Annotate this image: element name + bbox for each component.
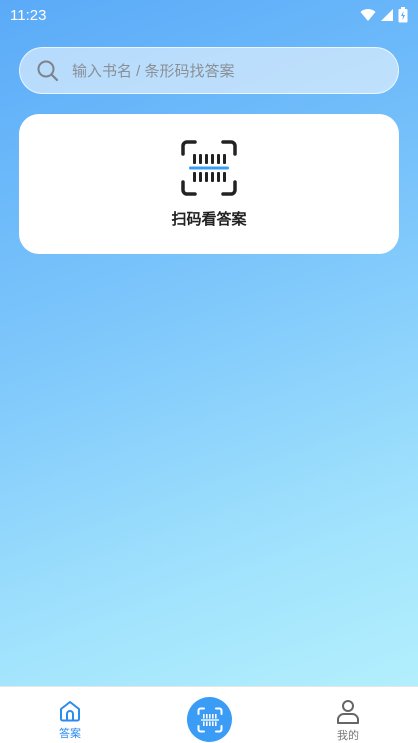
battery-icon — [398, 7, 408, 23]
scan-label: 扫码看答案 — [171, 211, 247, 228]
scan-card[interactable]: 扫码看答案 — [19, 114, 399, 254]
tab-mine-label: 我的 — [337, 730, 359, 742]
home-icon — [60, 701, 80, 722]
search-icon — [37, 60, 59, 81]
barcode-scan-icon — [181, 140, 237, 196]
tab-mine[interactable]: 我的 — [318, 699, 378, 743]
scan-icon — [197, 707, 222, 732]
tab-answers-label: 答案 — [59, 728, 81, 740]
status-bar: 11:23 — [0, 0, 418, 30]
signal-icon — [381, 9, 393, 21]
wifi-icon — [360, 9, 376, 21]
status-time: 11:23 — [10, 6, 47, 24]
tab-answers[interactable]: 答案 — [40, 699, 100, 741]
search-bar[interactable]: 输入书名 / 条形码找答案 — [19, 47, 399, 94]
user-icon — [337, 700, 359, 724]
tab-scan-button[interactable] — [187, 697, 232, 742]
status-icons — [360, 7, 408, 23]
search-placeholder: 输入书名 / 条形码找答案 — [72, 63, 235, 80]
